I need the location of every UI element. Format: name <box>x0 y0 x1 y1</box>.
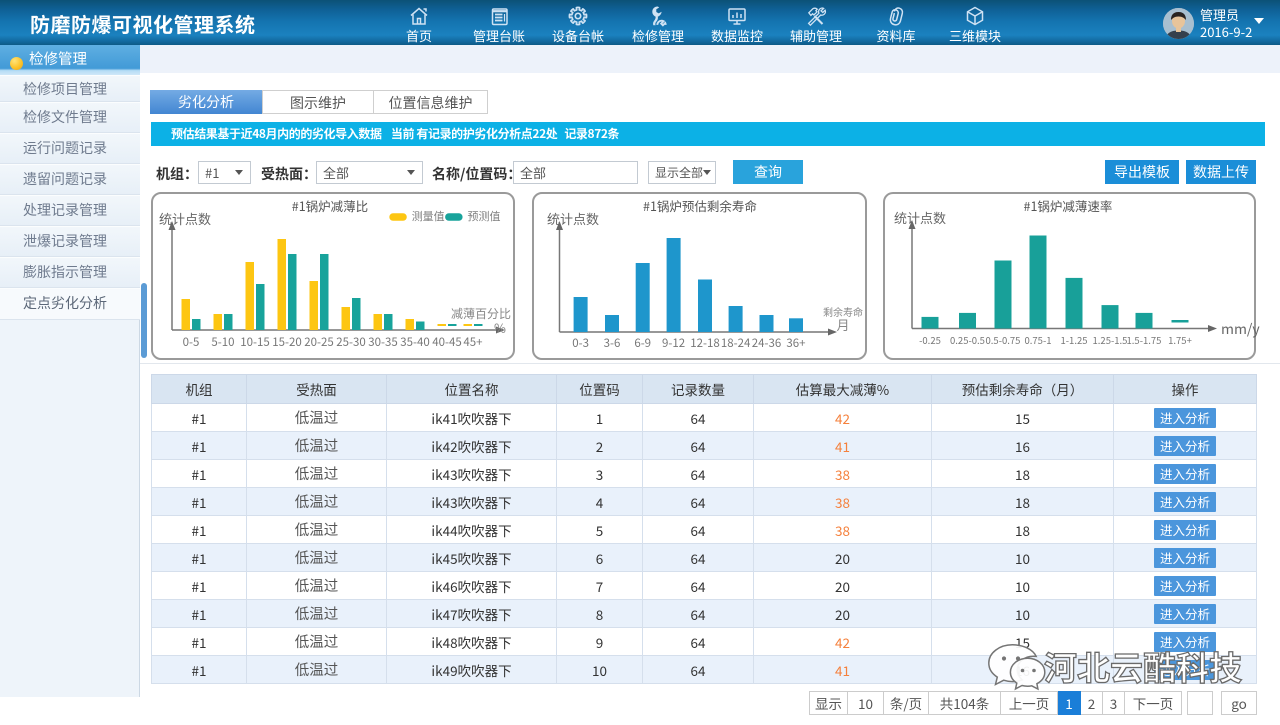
svg-text:30-35: 30-35 <box>368 334 398 350</box>
svg-text:25-30: 25-30 <box>336 334 366 350</box>
svg-text:测量值: 测量值 <box>412 208 445 224</box>
svg-text:统计点数: 统计点数 <box>894 208 946 227</box>
svg-text:统计点数: 统计点数 <box>547 209 599 228</box>
svg-text:20-25: 20-25 <box>304 334 334 350</box>
svg-text:24-36: 24-36 <box>752 335 782 351</box>
svg-text:6-9: 6-9 <box>634 335 651 351</box>
svg-text:#1锅炉预估剩余寿命: #1锅炉预估剩余寿命 <box>643 196 757 215</box>
svg-text:#1锅炉减薄速率: #1锅炉减薄速率 <box>1024 196 1113 215</box>
svg-text:36+: 36+ <box>786 335 805 351</box>
svg-text:45+: 45+ <box>463 334 482 350</box>
svg-text:统计点数: 统计点数 <box>159 209 211 228</box>
svg-text:1.5-1.75: 1.5-1.75 <box>1127 333 1162 347</box>
svg-text:15-20: 15-20 <box>272 334 302 350</box>
svg-text:mm/y: mm/y <box>1221 319 1260 339</box>
svg-text:1.75+: 1.75+ <box>1168 333 1192 347</box>
svg-text:0.5-0.75: 0.5-0.75 <box>986 333 1021 347</box>
svg-text:10-15: 10-15 <box>240 334 270 350</box>
svg-text:3-6: 3-6 <box>604 335 621 351</box>
svg-text:35-40: 35-40 <box>400 334 430 350</box>
svg-text:0.25-0.5: 0.25-0.5 <box>950 333 985 347</box>
svg-text:1-1.25: 1-1.25 <box>1060 333 1087 347</box>
svg-text:18-24: 18-24 <box>721 335 751 351</box>
svg-text:0-5: 0-5 <box>183 334 200 350</box>
svg-text:5-10: 5-10 <box>211 334 234 350</box>
svg-text:#1锅炉减薄比: #1锅炉减薄比 <box>292 196 368 215</box>
svg-text:9-12: 9-12 <box>662 335 685 351</box>
svg-text:1.25-1.5: 1.25-1.5 <box>1093 333 1128 347</box>
svg-text:12-18: 12-18 <box>690 335 720 351</box>
svg-text:0.75-1: 0.75-1 <box>1024 333 1051 347</box>
svg-text:40-45: 40-45 <box>432 334 462 350</box>
svg-text:%: % <box>494 318 506 337</box>
svg-text:预测值: 预测值 <box>468 208 501 224</box>
svg-text:-0.25: -0.25 <box>919 333 941 347</box>
svg-text:月: 月 <box>836 315 849 334</box>
svg-text:0-3: 0-3 <box>572 335 589 351</box>
